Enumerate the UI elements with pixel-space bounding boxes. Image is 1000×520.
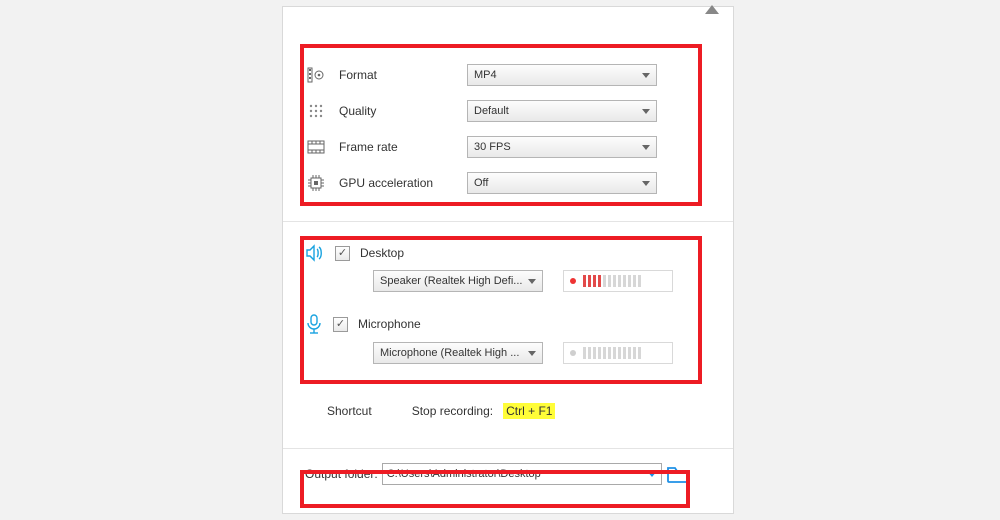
speaker-icon — [305, 244, 325, 262]
filmstrip-icon — [305, 140, 327, 154]
output-folder-path: C:\Users\Administrator\Desktop — [387, 468, 541, 480]
mic-audio-block: ✓ Microphone Microphone (Realtek High ..… — [305, 314, 713, 364]
mic-audio-checkbox[interactable]: ✓ — [333, 317, 348, 332]
format-dropdown[interactable]: MP4 — [467, 64, 657, 86]
mic-level-meter — [563, 342, 673, 364]
quality-label: Quality — [327, 104, 467, 118]
chevron-down-icon — [528, 279, 536, 284]
shortcut-row: Shortcut Stop recording: Ctrl + F1 — [283, 380, 733, 448]
framerate-dropdown[interactable]: 30 FPS — [467, 136, 657, 158]
mic-device-dropdown[interactable]: Microphone (Realtek High ... — [373, 342, 543, 364]
chevron-down-icon — [642, 73, 650, 78]
recording-dot-icon — [570, 278, 576, 284]
chevron-down-icon — [642, 181, 650, 186]
gpu-value: Off — [474, 177, 488, 189]
stop-recording-hotkey[interactable]: Ctrl + F1 — [503, 403, 555, 419]
framerate-label: Frame rate — [327, 140, 467, 154]
gpu-dropdown[interactable]: Off — [467, 172, 657, 194]
desktop-audio-checkbox[interactable]: ✓ — [335, 246, 350, 261]
quality-value: Default — [474, 105, 509, 117]
desktop-device-dropdown[interactable]: Speaker (Realtek High Defi... — [373, 270, 543, 292]
format-label: Format — [327, 68, 467, 82]
quality-dots-icon — [305, 103, 327, 119]
checkmark-icon: ✓ — [336, 319, 345, 330]
film-gear-icon — [305, 66, 327, 84]
chevron-down-icon — [642, 109, 650, 114]
browse-folder-button[interactable] — [666, 464, 692, 484]
mic-audio-label: Microphone — [358, 317, 421, 331]
shortcut-heading: Shortcut — [327, 404, 372, 418]
mic-device-value: Microphone (Realtek High ... — [380, 347, 519, 359]
chip-icon — [305, 175, 327, 191]
format-row: Format MP4 — [305, 57, 713, 93]
format-value: MP4 — [474, 69, 497, 81]
output-folder-label: Output folder: — [305, 467, 378, 481]
chevron-down-icon — [528, 351, 536, 356]
desktop-device-value: Speaker (Realtek High Defi... — [380, 275, 522, 287]
framerate-row: Frame rate 30 FPS — [305, 129, 713, 165]
gpu-row: GPU acceleration Off — [305, 165, 713, 201]
framerate-value: 30 FPS — [474, 141, 511, 153]
output-folder-dropdown[interactable]: C:\Users\Administrator\Desktop — [382, 463, 662, 485]
output-folder-row: Output folder: C:\Users\Administrator\De… — [283, 448, 733, 485]
desktop-audio-block: ✓ Desktop Speaker (Realtek High Defi... — [305, 244, 713, 292]
chevron-down-icon — [642, 145, 650, 150]
chevron-down-icon — [647, 471, 657, 477]
desktop-audio-label: Desktop — [360, 246, 404, 260]
audio-settings-group: ✓ Desktop Speaker (Realtek High Defi... — [283, 222, 733, 380]
stop-recording-label: Stop recording: — [412, 404, 493, 418]
settings-panel: Format MP4 Quality Default Frame rate 30… — [282, 6, 734, 514]
desktop-level-meter — [563, 270, 673, 292]
collapse-up-icon[interactable] — [705, 5, 719, 14]
quality-dropdown[interactable]: Default — [467, 100, 657, 122]
video-settings-group: Format MP4 Quality Default Frame rate 30… — [283, 7, 733, 221]
recording-dot-icon — [570, 350, 576, 356]
quality-row: Quality Default — [305, 93, 713, 129]
gpu-label: GPU acceleration — [327, 176, 467, 190]
microphone-icon — [305, 314, 323, 334]
checkmark-icon: ✓ — [338, 248, 347, 259]
